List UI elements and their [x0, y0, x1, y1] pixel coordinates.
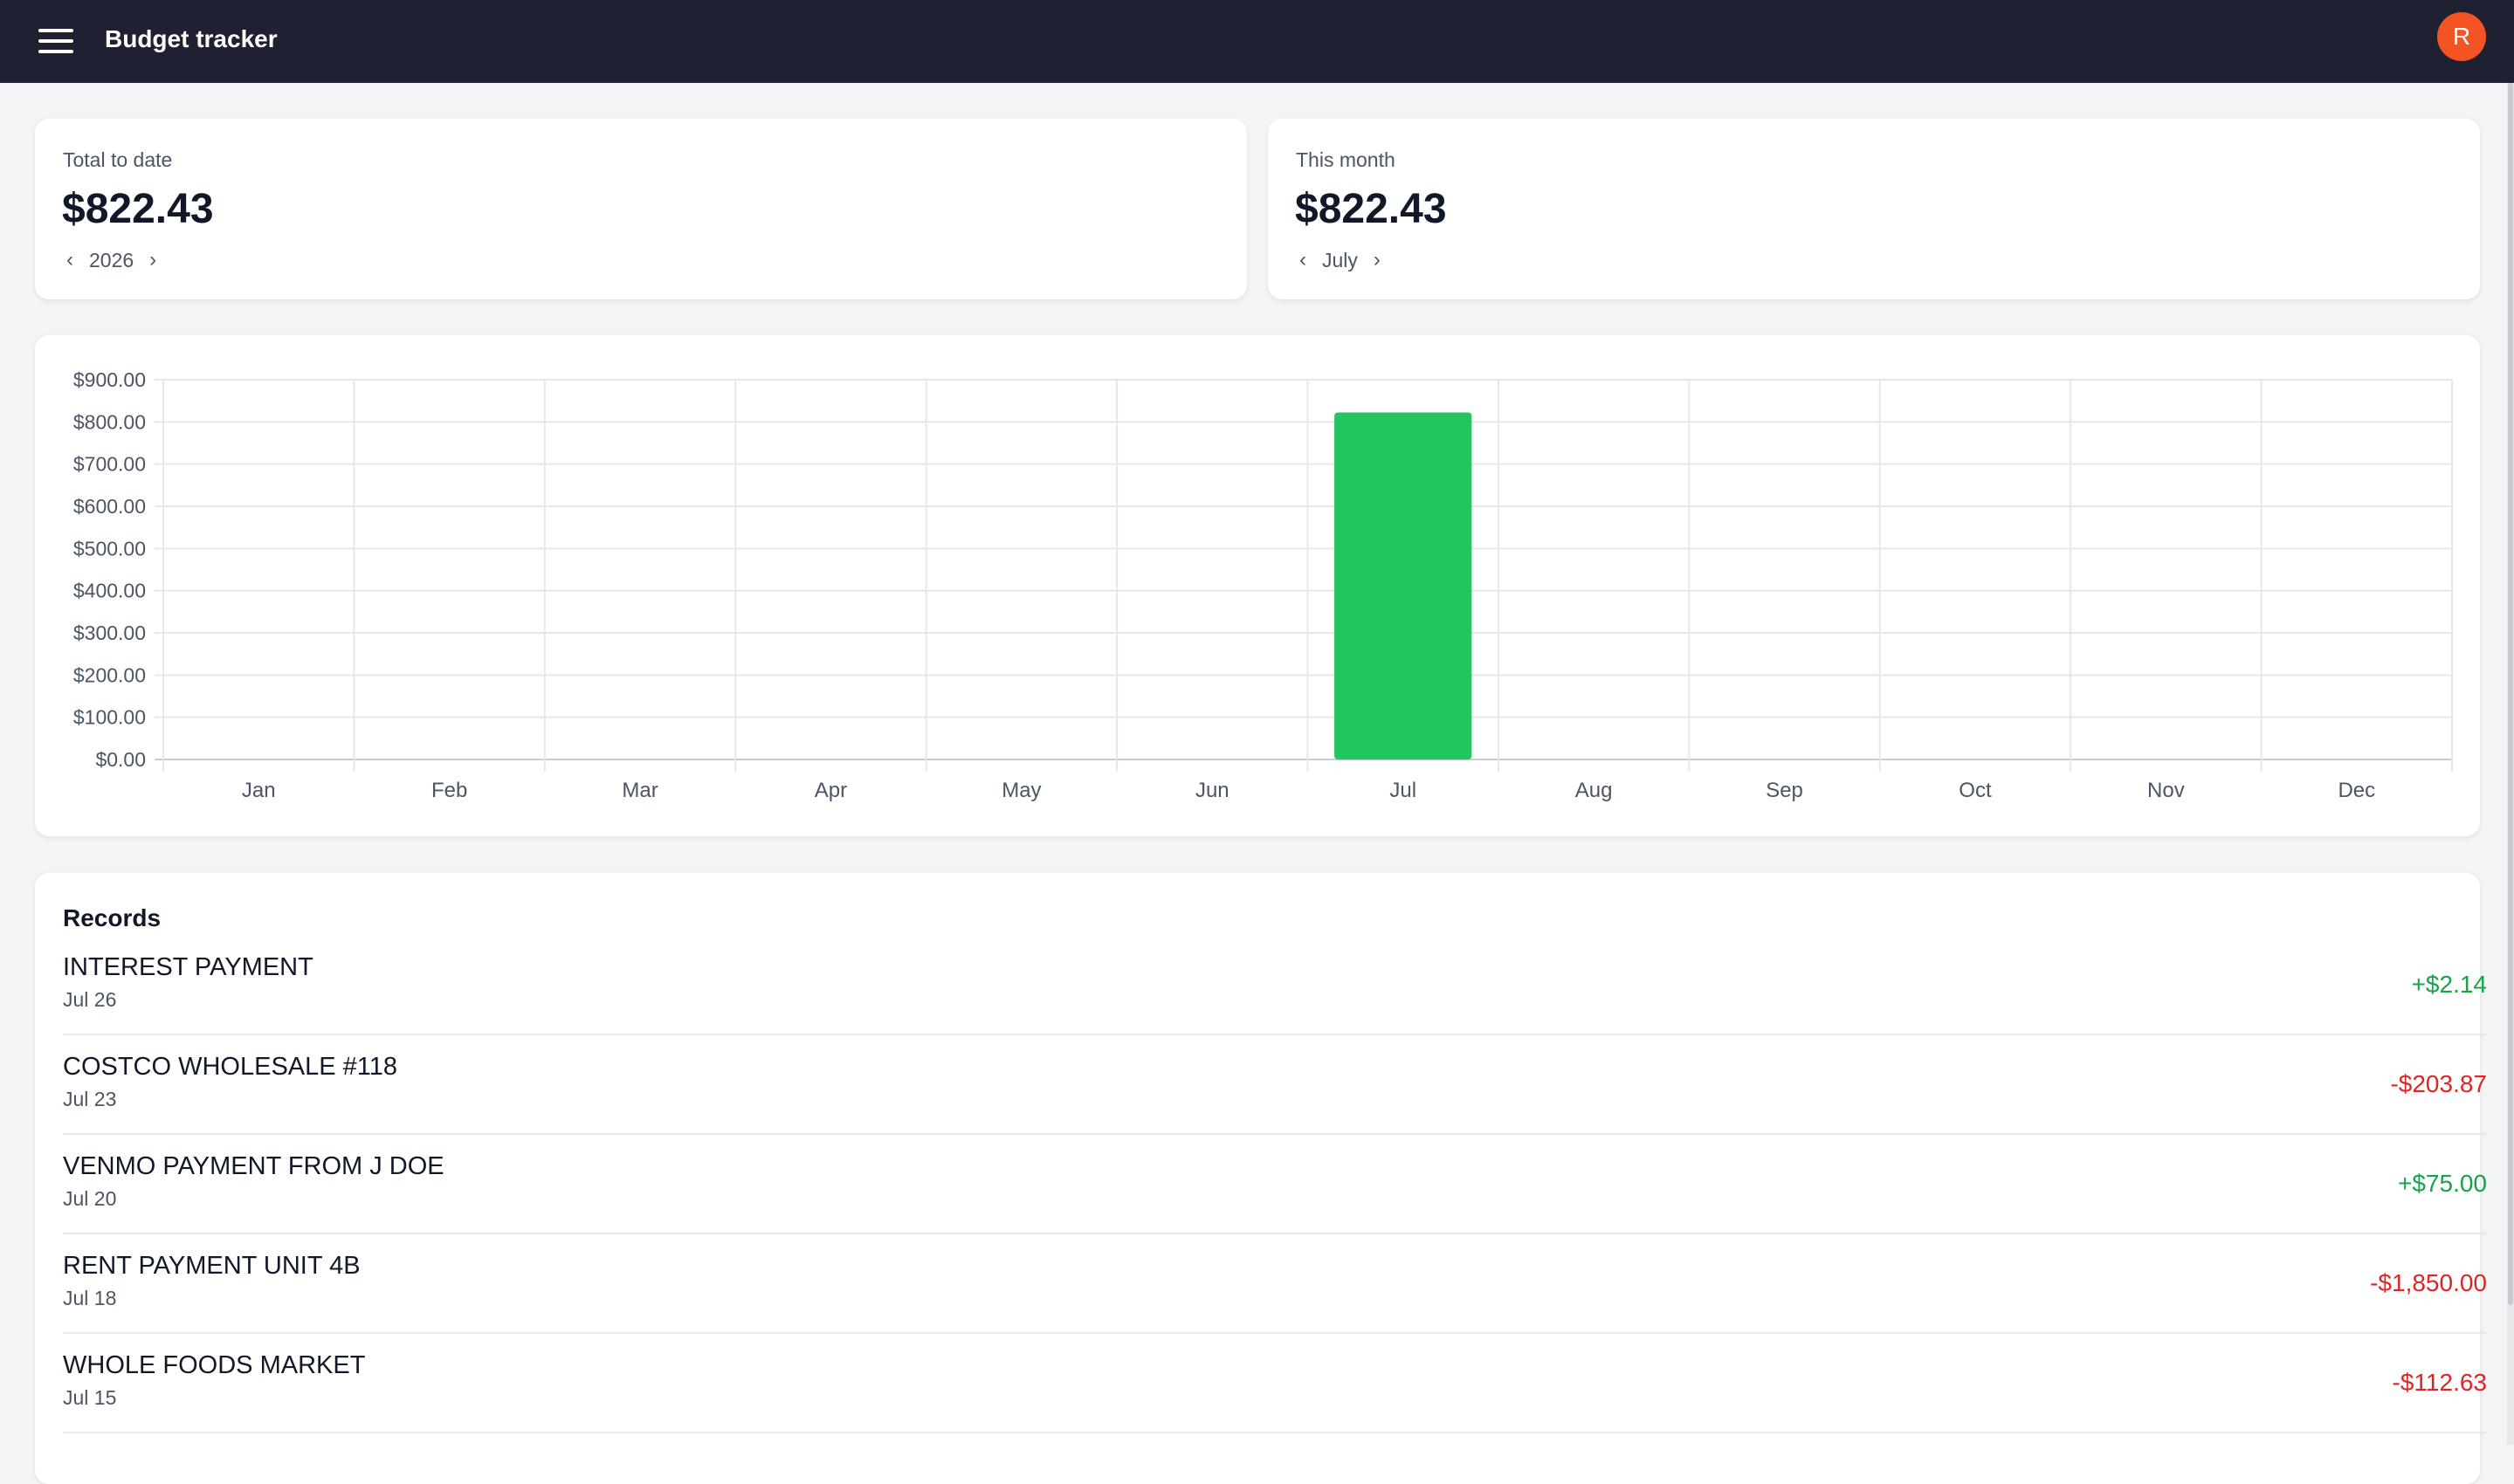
previous-month-chevron-icon[interactable]: ‹ [1296, 248, 1310, 272]
record-row[interactable]: RENT PAYMENT UNIT 4B Jul 18 -$1,850.00 [63, 1234, 2487, 1334]
y-tick-label: $100.00 [73, 706, 146, 729]
record-amount: -$112.63 [2392, 1369, 2487, 1396]
record-date: Jul 26 [63, 988, 117, 1011]
monthly-chart-card: $0.00 $100.00 $200.00 $300.00 $400.00 $500.00… [35, 335, 2480, 836]
page-scrollbar[interactable] [2507, 83, 2514, 1445]
record-row[interactable]: WHOLE FOODS MARKET Jul 15 -$112.63 [63, 1334, 2487, 1433]
month-value: $822.43 [1295, 186, 1447, 232]
record-amount: -$1,850.00 [2370, 1269, 2487, 1296]
record-name: INTEREST PAYMENT [63, 953, 313, 981]
record-amount: -$203.87 [2390, 1070, 2487, 1097]
x-tick-label: Dec [2338, 779, 2375, 802]
x-tick-label: Jan [242, 779, 276, 802]
record-date: Jul 20 [63, 1187, 117, 1210]
record-name: RENT PAYMENT UNIT 4B [63, 1252, 361, 1280]
x-tick-label: Apr [815, 779, 847, 802]
record-date: Jul 15 [63, 1386, 117, 1409]
x-tick-label: Jul [1389, 779, 1416, 802]
x-tick-label: Sep [1766, 779, 1803, 802]
y-tick-label: $400.00 [73, 580, 146, 602]
x-tick-label: Jun [1195, 779, 1229, 802]
monthly-bar-chart: $0.00 $100.00 $200.00 $300.00 $400.00 $500.00… [73, 368, 2453, 802]
y-tick-label: $300.00 [73, 622, 146, 644]
record-row[interactable]: VENMO PAYMENT FROM J DOE Jul 20 +$75.00 [63, 1135, 2487, 1234]
top-bar: Budget tracker R [0, 0, 2514, 83]
y-tick-label: $500.00 [73, 537, 146, 560]
records-card: Records INTEREST PAYMENT Jul 26 +$2.14 COST… [35, 873, 2487, 1484]
record-date: Jul 23 [63, 1088, 117, 1110]
app-title: Budget tracker [105, 25, 278, 52]
y-tick-label: $900.00 [73, 368, 146, 391]
record-amount: +$75.00 [2398, 1170, 2487, 1197]
record-name: WHOLE FOODS MARKET [63, 1351, 366, 1379]
total-to-date-card: Total to date $822.43 ‹ 2026 › [35, 119, 1247, 299]
x-tick-label: Feb [431, 779, 467, 802]
x-tick-label: Oct [1959, 779, 1992, 802]
bar-jul [1334, 412, 1472, 759]
y-tick-label: $0.00 [95, 748, 146, 771]
y-tick-label: $600.00 [73, 495, 146, 518]
records-title: Records [63, 904, 162, 931]
scrollbar-thumb[interactable] [2508, 83, 2513, 1305]
month-period: July [1322, 248, 1358, 271]
year-value: 2026 [89, 248, 134, 271]
x-tick-label: Aug [1575, 779, 1613, 802]
record-row[interactable]: COSTCO WHOLESALE #118 Jul 23 -$203.87 [63, 1035, 2487, 1135]
y-tick-label: $200.00 [73, 663, 146, 686]
next-month-chevron-icon[interactable]: › [1370, 248, 1384, 272]
x-tick-label: Mar [622, 779, 658, 802]
next-year-chevron-icon[interactable]: › [146, 248, 160, 272]
total-label: Total to date [63, 148, 173, 171]
record-row[interactable]: INTEREST PAYMENT Jul 26 +$2.14 [63, 936, 2487, 1035]
month-selector: ‹ July › [1296, 248, 1384, 272]
month-label: This month [1296, 148, 1395, 171]
record-date: Jul 18 [63, 1287, 117, 1309]
previous-year-chevron-icon[interactable]: ‹ [63, 248, 77, 272]
this-month-card: This month $822.43 ‹ July › [1268, 119, 2480, 299]
hamburger-menu-icon[interactable] [35, 26, 77, 58]
y-tick-label: $800.00 [73, 410, 146, 433]
record-name: COSTCO WHOLESALE #118 [63, 1053, 398, 1081]
record-name: VENMO PAYMENT FROM J DOE [63, 1152, 444, 1180]
user-avatar[interactable]: R [2437, 12, 2486, 61]
x-tick-label: Nov [2147, 779, 2185, 802]
record-amount: +$2.14 [2411, 971, 2487, 998]
total-value: $822.43 [62, 186, 214, 232]
year-selector: ‹ 2026 › [63, 248, 160, 272]
x-tick-label: May [1002, 779, 1041, 802]
y-tick-label: $700.00 [73, 453, 146, 476]
